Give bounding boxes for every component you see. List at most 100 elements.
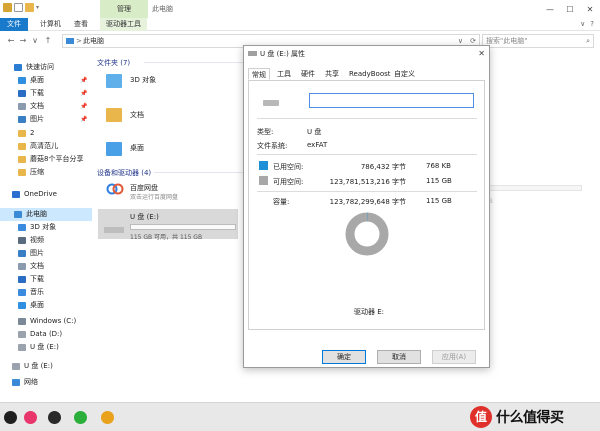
general-tab-panel: 类型: U 盘 文件系统: exFAT 已用空间: 786,432 字节 768… (248, 80, 485, 330)
close-button[interactable]: ✕ (580, 0, 600, 18)
used-space-size: 768 KB (426, 162, 451, 170)
forward-button[interactable]: → (18, 35, 28, 47)
sidebar-item[interactable]: OneDrive (0, 188, 92, 201)
properties-icon[interactable] (3, 3, 12, 12)
help-button[interactable]: ? (590, 20, 594, 28)
device-sub: 115 GB 可用，共 115 GB (130, 234, 203, 241)
tab-general[interactable]: 常规 (248, 68, 270, 80)
sidebar-item[interactable]: 3D 对象 (0, 221, 92, 234)
folder-icon (18, 156, 26, 163)
tab-view[interactable]: 查看 (68, 18, 94, 31)
sidebar-item[interactable]: 视频 (0, 234, 92, 247)
breadcrumb-this-pc[interactable]: 此电脑 (83, 35, 104, 47)
sidebar-item[interactable]: 高清范儿 (0, 140, 92, 153)
sidebar-item[interactable]: 文档 (0, 260, 92, 273)
sidebar-item[interactable]: 桌面 (0, 299, 92, 312)
documents-folder-icon[interactable] (106, 108, 122, 122)
sidebar-item-label: 高清范儿 (30, 142, 58, 150)
chevron-down-icon[interactable]: ∨ (580, 20, 585, 28)
recent-locations-button[interactable]: ∨ (30, 35, 40, 47)
pictures-icon (18, 116, 26, 123)
sidebar-item[interactable]: 图片 📌 (0, 113, 92, 126)
search-input[interactable]: 搜索"此电脑" ⌕ (482, 34, 594, 48)
group-header-devices[interactable]: 设备和驱动器 (4) (97, 168, 151, 178)
tab-file[interactable]: 文件 (0, 18, 28, 31)
breadcrumb-separator[interactable]: > (76, 35, 82, 47)
tab-hardware[interactable]: 硬件 (298, 68, 318, 80)
drive-letter-label: 驱动器 E: (354, 308, 385, 316)
sidebar-item[interactable]: U 盘 (E:) (0, 341, 92, 354)
drive-icon (18, 331, 26, 338)
sidebar-item-label: U 盘 (E:) (30, 343, 59, 351)
device-label: U 盘 (E:) (130, 213, 159, 221)
sidebar-item[interactable]: 2 (0, 127, 92, 140)
apply-button[interactable]: 应用(A) (432, 350, 476, 364)
dialog-tabs: 常规 工具 硬件 共享 ReadyBoost 自定义 (248, 68, 485, 80)
back-button[interactable]: ← (6, 35, 16, 47)
sidebar-item-label: 2 (30, 129, 35, 137)
pin-icon[interactable]: 📌 (80, 113, 87, 126)
type-label: 类型: (257, 128, 274, 136)
tab-computer[interactable]: 计算机 (34, 18, 67, 31)
search-icon[interactable] (4, 411, 17, 424)
sidebar-item[interactable]: 音乐 (0, 286, 92, 299)
sidebar-item[interactable]: 蘑菇8个平台分享 (0, 153, 92, 166)
desktop-folder-icon[interactable] (106, 142, 122, 156)
new-folder-icon[interactable] (25, 3, 34, 12)
search-placeholder: 搜索"此电脑" (486, 37, 528, 45)
up-button[interactable]: ↑ (43, 35, 53, 47)
sidebar-item[interactable]: 网络 (0, 376, 92, 389)
drive-c-icon (18, 318, 26, 325)
ok-button[interactable]: 确定 (322, 350, 366, 364)
sidebar-item[interactable]: 压缩 (0, 166, 92, 179)
pin-icon[interactable]: 📌 (80, 100, 87, 113)
objects-3d-folder-icon[interactable] (106, 74, 122, 88)
sidebar-item[interactable]: Data (D:) (0, 328, 92, 341)
video-icon (18, 237, 26, 244)
manage-context-tab[interactable]: 管理 (100, 0, 148, 18)
dialog-close-button[interactable]: ✕ (478, 46, 485, 62)
sidebar-item[interactable]: 文档 📌 (0, 100, 92, 113)
qq-icon[interactable] (48, 411, 61, 424)
drive-name-input[interactable] (309, 93, 474, 108)
sidebar-item[interactable]: 快速访问 (0, 61, 92, 74)
wechat-icon[interactable] (74, 411, 87, 424)
checkbox-icon[interactable] (14, 3, 23, 12)
chevron-down-icon[interactable]: ▾ (36, 3, 45, 12)
sidebar-item[interactable]: U 盘 (E:) (0, 360, 92, 373)
app-pink-icon[interactable] (24, 411, 37, 424)
sidebar-item[interactable]: Windows (C:) (0, 315, 92, 328)
minimize-button[interactable]: — (540, 0, 560, 18)
star-icon (14, 64, 22, 71)
sidebar-item[interactable]: 图片 (0, 247, 92, 260)
type-value: U 盘 (307, 128, 322, 136)
sidebar-item[interactable]: 下载 📌 (0, 87, 92, 100)
pin-icon[interactable]: 📌 (80, 74, 87, 87)
group-header-folders[interactable]: 文件夹 (7) (97, 58, 130, 68)
pc-icon (66, 38, 74, 44)
cancel-button[interactable]: 取消 (377, 350, 421, 364)
tab-tools[interactable]: 工具 (274, 68, 294, 80)
sidebar-item[interactable]: 此电脑 (0, 208, 92, 221)
tab-drive-tools[interactable]: 驱动器工具 (100, 18, 147, 31)
folder-label[interactable]: 3D 对象 (130, 75, 156, 85)
baidu-netdisk-icon[interactable] (106, 182, 124, 196)
folder-label[interactable]: 文档 (130, 110, 144, 120)
search-icon: ⌕ (586, 37, 590, 45)
tab-sharing[interactable]: 共享 (322, 68, 342, 80)
desktop-icon (18, 77, 26, 84)
drive-usage-bar (130, 224, 236, 230)
maximize-button[interactable]: ☐ (560, 0, 580, 18)
sidebar-item[interactable]: 桌面 📌 (0, 74, 92, 87)
tab-readyboost[interactable]: ReadyBoost (346, 68, 394, 80)
free-space-bytes: 123,781,513,216 字节 (329, 178, 406, 186)
folder-label[interactable]: 桌面 (130, 143, 144, 153)
usb-drive-icon (104, 227, 124, 233)
documents-icon (18, 103, 26, 110)
used-space-label: 已用空间: (273, 163, 304, 171)
sidebar-item[interactable]: 下载 (0, 273, 92, 286)
pin-icon[interactable]: 📌 (80, 87, 87, 100)
chrome-icon[interactable] (101, 411, 114, 424)
usb-drive-icon (248, 51, 257, 56)
tab-customize[interactable]: 自定义 (391, 68, 418, 80)
